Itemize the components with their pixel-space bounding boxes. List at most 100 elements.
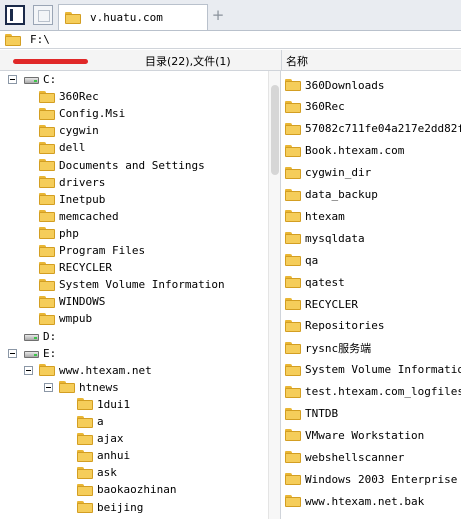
folder-icon (285, 210, 301, 223)
tab-title: v.huatu.com (90, 11, 163, 24)
folder-icon (285, 166, 301, 179)
tree-item[interactable]: dell (39, 139, 86, 156)
tree-item[interactable]: anhui (77, 447, 130, 464)
tree-item[interactable]: htnews (44, 379, 119, 396)
file-list-item[interactable]: webshellscanner (285, 447, 404, 467)
tree-item[interactable]: wmpub (39, 310, 92, 327)
tree-item-label: beijing (97, 500, 144, 514)
scrollbar-thumb[interactable] (271, 85, 279, 175)
file-list-item[interactable]: TNTDB (285, 404, 338, 424)
file-list-item[interactable]: cygwin_dir (285, 163, 371, 183)
folder-icon (285, 429, 301, 442)
folder-icon (285, 122, 301, 135)
file-list: 360Downloads 360Rec 57082c711fe04a217e2dd8… (282, 71, 461, 519)
file-list-item[interactable]: qa (285, 250, 318, 270)
file-name: rysnc服务端 (305, 341, 372, 355)
tree-item-label: RECYCLER (59, 261, 112, 275)
file-list-item[interactable]: mysqldata (285, 228, 365, 248)
address-bar[interactable]: F:\ (0, 31, 461, 49)
file-list-item[interactable]: rysnc服务端 (285, 338, 371, 358)
window-button[interactable] (33, 5, 53, 25)
folder-icon (285, 254, 301, 267)
tree-item[interactable]: E: (8, 345, 56, 362)
folder-icon (285, 341, 301, 354)
collapse-toggle-icon[interactable] (8, 75, 17, 84)
tree-item[interactable]: www.htexam.net (24, 362, 152, 379)
collapse-toggle-icon[interactable] (44, 382, 53, 392)
tree-item[interactable]: C: (8, 71, 56, 88)
file-list-item[interactable]: htexam (285, 206, 345, 226)
tree-item-label: C: (43, 73, 57, 86)
tree-item[interactable]: Config.Msi (39, 105, 125, 122)
file-list-item[interactable]: VMware Workstation (285, 425, 424, 445)
file-list-item[interactable]: test.htexam.com_logfiles (285, 382, 461, 402)
tree-item-label: htnews (79, 380, 119, 394)
tree-item[interactable]: Documents and Settings (39, 157, 205, 174)
folder-icon (65, 11, 81, 24)
tree-item-label: php (59, 226, 79, 240)
tab-current[interactable]: v.huatu.com (58, 4, 208, 30)
tree-item[interactable]: drivers (39, 174, 105, 191)
tree-item[interactable]: ajax (77, 430, 124, 447)
tree-item[interactable]: ask (77, 464, 117, 481)
file-name: 57082c711fe04a217e2dd82f49 (305, 122, 461, 136)
tree-item[interactable]: 1dui1 (77, 396, 130, 413)
tree-item[interactable]: 360Rec (39, 88, 99, 105)
file-name: test.htexam.com_logfiles (305, 385, 461, 399)
folder-icon (39, 364, 55, 377)
file-name: Windows 2003 Enterprise Ed (305, 472, 461, 486)
tree-item[interactable]: cygwin (39, 122, 99, 139)
file-list-item[interactable]: 360Downloads (285, 75, 384, 95)
file-name: htexam (305, 209, 345, 223)
tree-item[interactable]: WINDOWS (39, 293, 105, 310)
file-list-item[interactable]: RECYCLER (285, 294, 358, 314)
file-list-item[interactable]: System Volume Information (285, 360, 461, 380)
folder-icon (285, 276, 301, 289)
tree-item-label: Documents and Settings (59, 158, 205, 172)
tree-item[interactable]: memcached (39, 208, 119, 225)
column-header-bar: 目录(22),文件(1) 名称 (0, 50, 461, 71)
folder-icon (77, 415, 93, 428)
tree-item[interactable]: Inetpub (39, 191, 105, 208)
folder-icon (39, 159, 55, 171)
tree-scrollbar[interactable] (268, 71, 281, 519)
file-list-item[interactable]: qatest (285, 272, 345, 292)
tree-item-label: baokaozhinan (97, 483, 177, 497)
column-header-name[interactable]: 名称 (286, 53, 308, 69)
file-list-item[interactable]: www.htexam.net.bak (285, 491, 424, 511)
tree-item-label: ajax (97, 432, 124, 446)
collapse-toggle-icon[interactable] (24, 365, 33, 375)
tree-item[interactable]: baokaozhinan (77, 481, 176, 498)
folder-tree: C: 360Rec Config.Msi cygwin dell Documents an… (0, 71, 268, 519)
tree-item[interactable]: Program Files (39, 242, 145, 259)
file-name: RECYCLER (305, 297, 358, 311)
tree-item[interactable]: beijing (77, 499, 143, 516)
tree-item-label: 1dui1 (97, 397, 131, 411)
tab-bar: v.huatu.com + (0, 0, 461, 31)
folder-icon (39, 193, 55, 206)
file-list-item[interactable]: Repositories (285, 316, 384, 336)
folder-icon (285, 79, 301, 91)
folder-icon (77, 432, 93, 445)
file-name: mysqldata (305, 231, 365, 245)
tree-item[interactable]: php (39, 225, 79, 242)
column-divider[interactable] (281, 50, 282, 70)
folder-icon (59, 381, 75, 394)
panel-toggle-button[interactable] (5, 5, 25, 25)
file-list-item[interactable]: data_backup (285, 185, 378, 205)
folder-icon (285, 407, 301, 420)
drive-icon (23, 348, 39, 359)
tree-item-label: anhui (97, 449, 131, 463)
folder-icon (285, 188, 301, 201)
file-name: 360Rec (305, 100, 345, 114)
file-list-item[interactable]: 360Rec (285, 97, 345, 117)
tree-item[interactable]: RECYCLER (39, 259, 112, 276)
tree-item[interactable]: System Volume Information (39, 276, 225, 293)
file-list-item[interactable]: Book.htexam.com (285, 141, 404, 161)
new-tab-button[interactable]: + (211, 6, 225, 24)
collapse-toggle-icon[interactable] (8, 348, 17, 358)
file-list-item[interactable]: Windows 2003 Enterprise Ed (285, 469, 461, 489)
tree-item[interactable]: D: (23, 328, 56, 345)
file-list-item[interactable]: 57082c711fe04a217e2dd82f49 (285, 119, 461, 139)
tree-item[interactable]: a (77, 413, 104, 430)
